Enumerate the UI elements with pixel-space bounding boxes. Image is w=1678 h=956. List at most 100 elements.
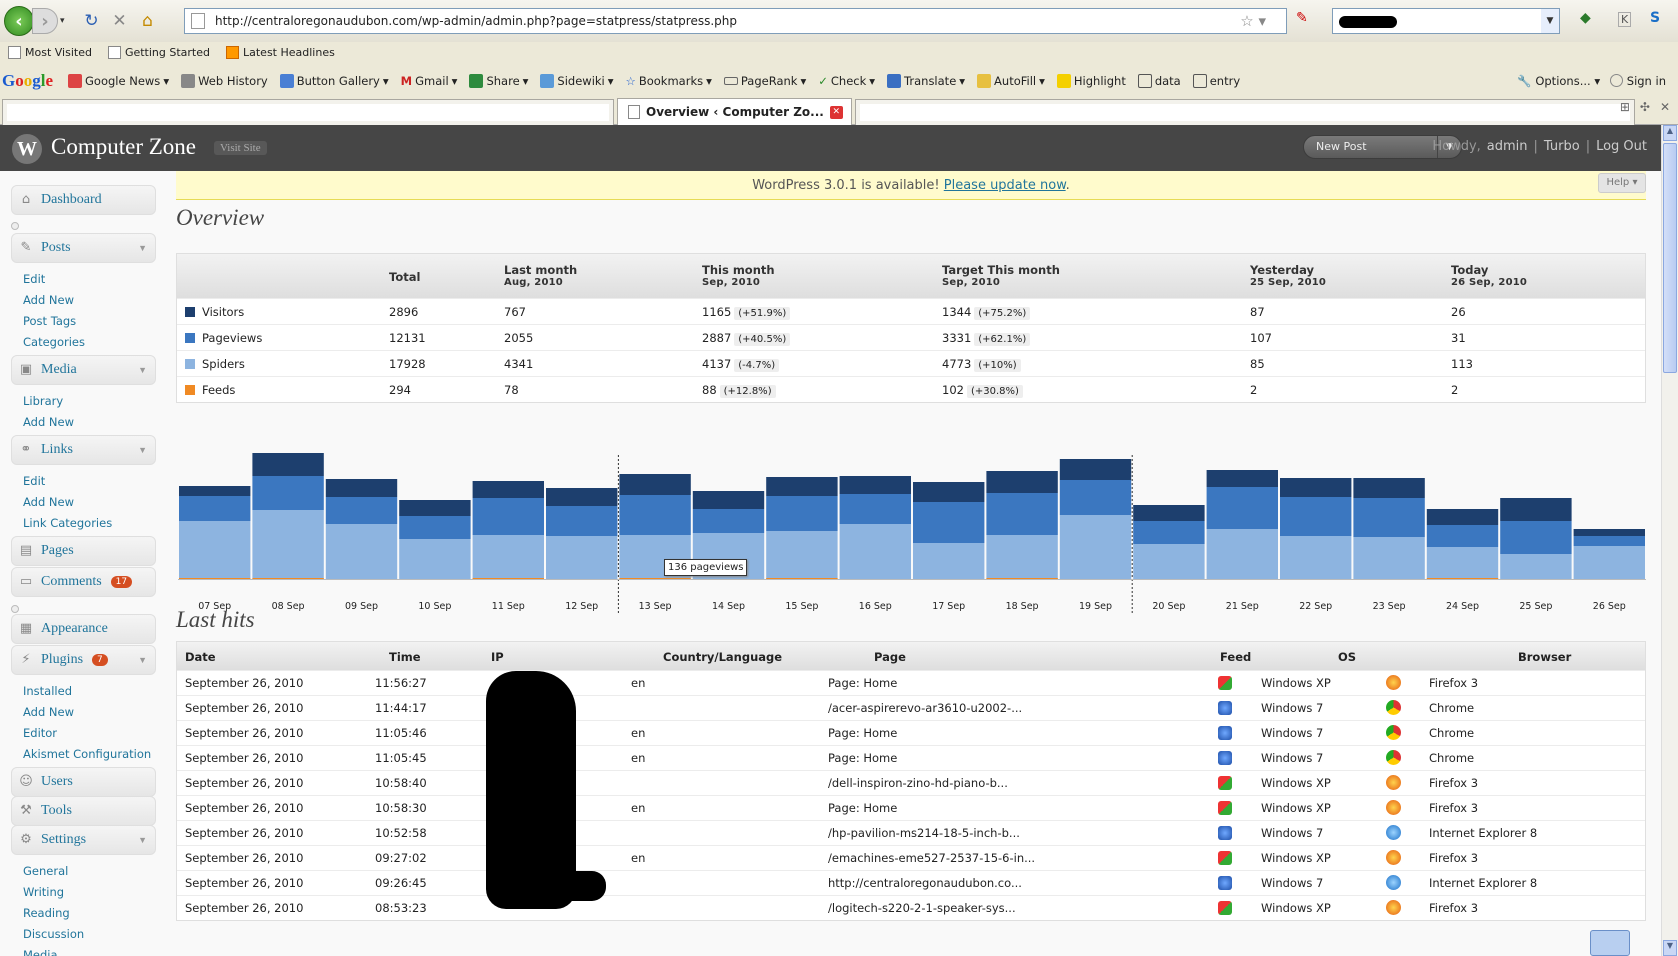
bar-spiders[interactable] [472, 535, 544, 579]
bar-spiders[interactable] [986, 535, 1058, 579]
options-button[interactable]: 🔧 Options... ▾ [1517, 74, 1600, 88]
bar-pageviews[interactable] [472, 498, 544, 535]
bar-spiders[interactable] [1133, 544, 1205, 579]
tab-redacted-2[interactable] [854, 99, 1635, 125]
bar-pageviews[interactable] [619, 495, 691, 535]
submenu-writing[interactable]: Writing [23, 885, 64, 899]
bar-visitors[interactable] [1133, 505, 1205, 521]
bar-visitors[interactable] [1426, 509, 1499, 525]
bar-visitors[interactable] [986, 471, 1058, 493]
submenu-editor[interactable]: Editor [23, 726, 57, 740]
bar-visitors[interactable] [1573, 529, 1645, 536]
tab-overview[interactable]: Overview ‹ Computer Zo... ✕ [617, 98, 852, 125]
hit-page[interactable]: /logitech-s220-2-1-speaker-sys... [828, 901, 1016, 915]
bar-spiders[interactable] [1206, 529, 1278, 579]
bar-pageviews[interactable] [986, 493, 1058, 535]
menu-media[interactable]: ▣ Media ▼ [11, 355, 156, 385]
bar-pageviews[interactable] [1573, 536, 1645, 546]
bar-visitors[interactable] [546, 488, 618, 506]
bar-visitors[interactable] [913, 482, 985, 502]
log-out-link[interactable]: Log Out [1596, 139, 1647, 154]
tab-close-icon[interactable]: ✕ [829, 105, 843, 119]
bar-spiders[interactable] [766, 531, 838, 579]
bar-visitors[interactable] [179, 486, 251, 496]
hit-page[interactable]: /emachines-eme527-2537-15-6-in... [828, 851, 1035, 865]
scroll-up-icon[interactable]: ▲ [1663, 125, 1677, 141]
bar-visitors[interactable] [766, 477, 838, 496]
submenu-library[interactable]: Library [23, 394, 63, 408]
bar-pageviews[interactable] [179, 496, 251, 521]
list-tabs-icon[interactable]: ✣ [1640, 100, 1650, 114]
search-dropdown-icon[interactable]: ▼ [1541, 9, 1559, 33]
hit-page[interactable]: Page: Home [828, 751, 897, 765]
google-news-button[interactable]: Google News ▾ [63, 73, 174, 88]
submenu-categories[interactable]: Categories [23, 335, 85, 349]
tab-redacted-1[interactable] [2, 99, 614, 125]
chevron-down-icon[interactable]: ▼ [138, 365, 147, 375]
entry-button[interactable]: entry [1188, 73, 1245, 88]
bar-visitors[interactable] [399, 500, 471, 516]
submenu-discussion[interactable]: Discussion [23, 927, 84, 941]
bar-pageviews[interactable] [1426, 525, 1499, 547]
bar-visitors[interactable] [619, 474, 691, 495]
submenu-link-categories[interactable]: Link Categories [23, 516, 112, 530]
hit-page[interactable]: /hp-pavilion-ms214-18-5-inch-b... [828, 826, 1020, 840]
bar-pageviews[interactable] [839, 494, 911, 524]
submenu-installed[interactable]: Installed [23, 684, 72, 698]
table-row[interactable]: September 26, 2010 10:58:40/dell-inspiron… [177, 770, 1645, 795]
bar-spiders[interactable] [1426, 547, 1499, 579]
table-row[interactable]: September 26, 2010 11:05:46 en Page: Home Wi… [177, 720, 1645, 745]
forward-button[interactable]: › [32, 8, 58, 34]
hit-page[interactable]: /dell-inspiron-zino-hd-piano-b... [828, 776, 1008, 790]
bar-visitors[interactable] [252, 453, 324, 476]
table-row[interactable]: September 26, 2010 10:58:30 en Page: Home Wi… [177, 795, 1645, 820]
bar-pageviews[interactable] [1500, 521, 1572, 554]
chevron-down-icon[interactable]: ▼ [138, 655, 147, 665]
google-logo[interactable]: Google [2, 71, 53, 91]
table-row[interactable]: September 26, 2010 09:26:45 http://central… [177, 870, 1645, 895]
hit-page[interactable]: Page: Home [828, 801, 897, 815]
pagerank-button[interactable]: PageRank ▾ [719, 74, 811, 88]
bar-spiders[interactable] [1059, 515, 1132, 579]
bar-visitors[interactable] [1353, 478, 1425, 498]
bar-visitors[interactable] [1500, 498, 1572, 521]
menu-settings[interactable]: ⚙ Settings ▼ [11, 825, 156, 855]
table-row[interactable]: September 26, 2010 11:05:45 en Page: Home Wi… [177, 745, 1645, 770]
table-row[interactable]: September 26, 2010 10:52:58/hp-pavilion-m… [177, 820, 1645, 845]
menu-tools[interactable]: ⚒ Tools [11, 796, 156, 826]
button-gallery-button[interactable]: Button Gallery ▾ [275, 73, 394, 88]
translate-button[interactable]: Translate ▾ [882, 73, 970, 88]
submenu-general[interactable]: General [23, 864, 68, 878]
bar-spiders[interactable] [1500, 554, 1572, 579]
close-tab-icon[interactable]: ✕ [1660, 100, 1670, 114]
gmail-button[interactable]: M Gmail ▾ [396, 74, 463, 88]
bar-visitors[interactable] [1206, 470, 1278, 487]
bookmark-most-visited[interactable]: Most Visited [2, 46, 98, 59]
bar-pageviews[interactable] [1353, 498, 1425, 537]
highlight-button[interactable]: Highlight [1052, 73, 1131, 88]
menu-dashboard[interactable]: ⌂ Dashboard [11, 185, 156, 215]
table-row[interactable]: September 26, 2010 09:27:02 en/emachines-e… [177, 845, 1645, 870]
bar-pageviews[interactable] [1206, 487, 1278, 529]
bar-spiders[interactable] [913, 543, 985, 579]
address-bar[interactable]: http://centraloregonaudubon.com/wp-admin… [184, 8, 1287, 34]
hit-page[interactable]: Page: Home [828, 726, 897, 740]
addon-icon[interactable]: ✎ [1296, 10, 1308, 26]
history-dropdown-icon[interactable]: ▾ [60, 16, 65, 26]
bar-visitors[interactable] [692, 491, 765, 509]
scroll-down-icon[interactable]: ▼ [1663, 940, 1677, 956]
home-icon[interactable]: ⌂ [137, 10, 159, 32]
bar-pageviews[interactable] [692, 509, 765, 533]
skype-icon[interactable]: S [1650, 10, 1660, 26]
bar-pageviews[interactable] [1280, 497, 1352, 536]
submenu-settings-media[interactable]: Media [23, 948, 58, 956]
menu-posts[interactable]: ✎ Posts ▼ [11, 233, 156, 263]
search-box[interactable]: ▼ [1332, 8, 1560, 34]
menu-users[interactable]: ☺ Users [11, 767, 156, 797]
bar-spiders[interactable] [1573, 546, 1645, 579]
submenu-posts-add-new[interactable]: Add New [23, 293, 74, 307]
submenu-post-tags[interactable]: Post Tags [23, 314, 76, 328]
bar-pageviews[interactable] [546, 506, 618, 536]
submenu-posts-edit[interactable]: Edit [23, 272, 45, 286]
data-button[interactable]: data [1133, 73, 1186, 88]
